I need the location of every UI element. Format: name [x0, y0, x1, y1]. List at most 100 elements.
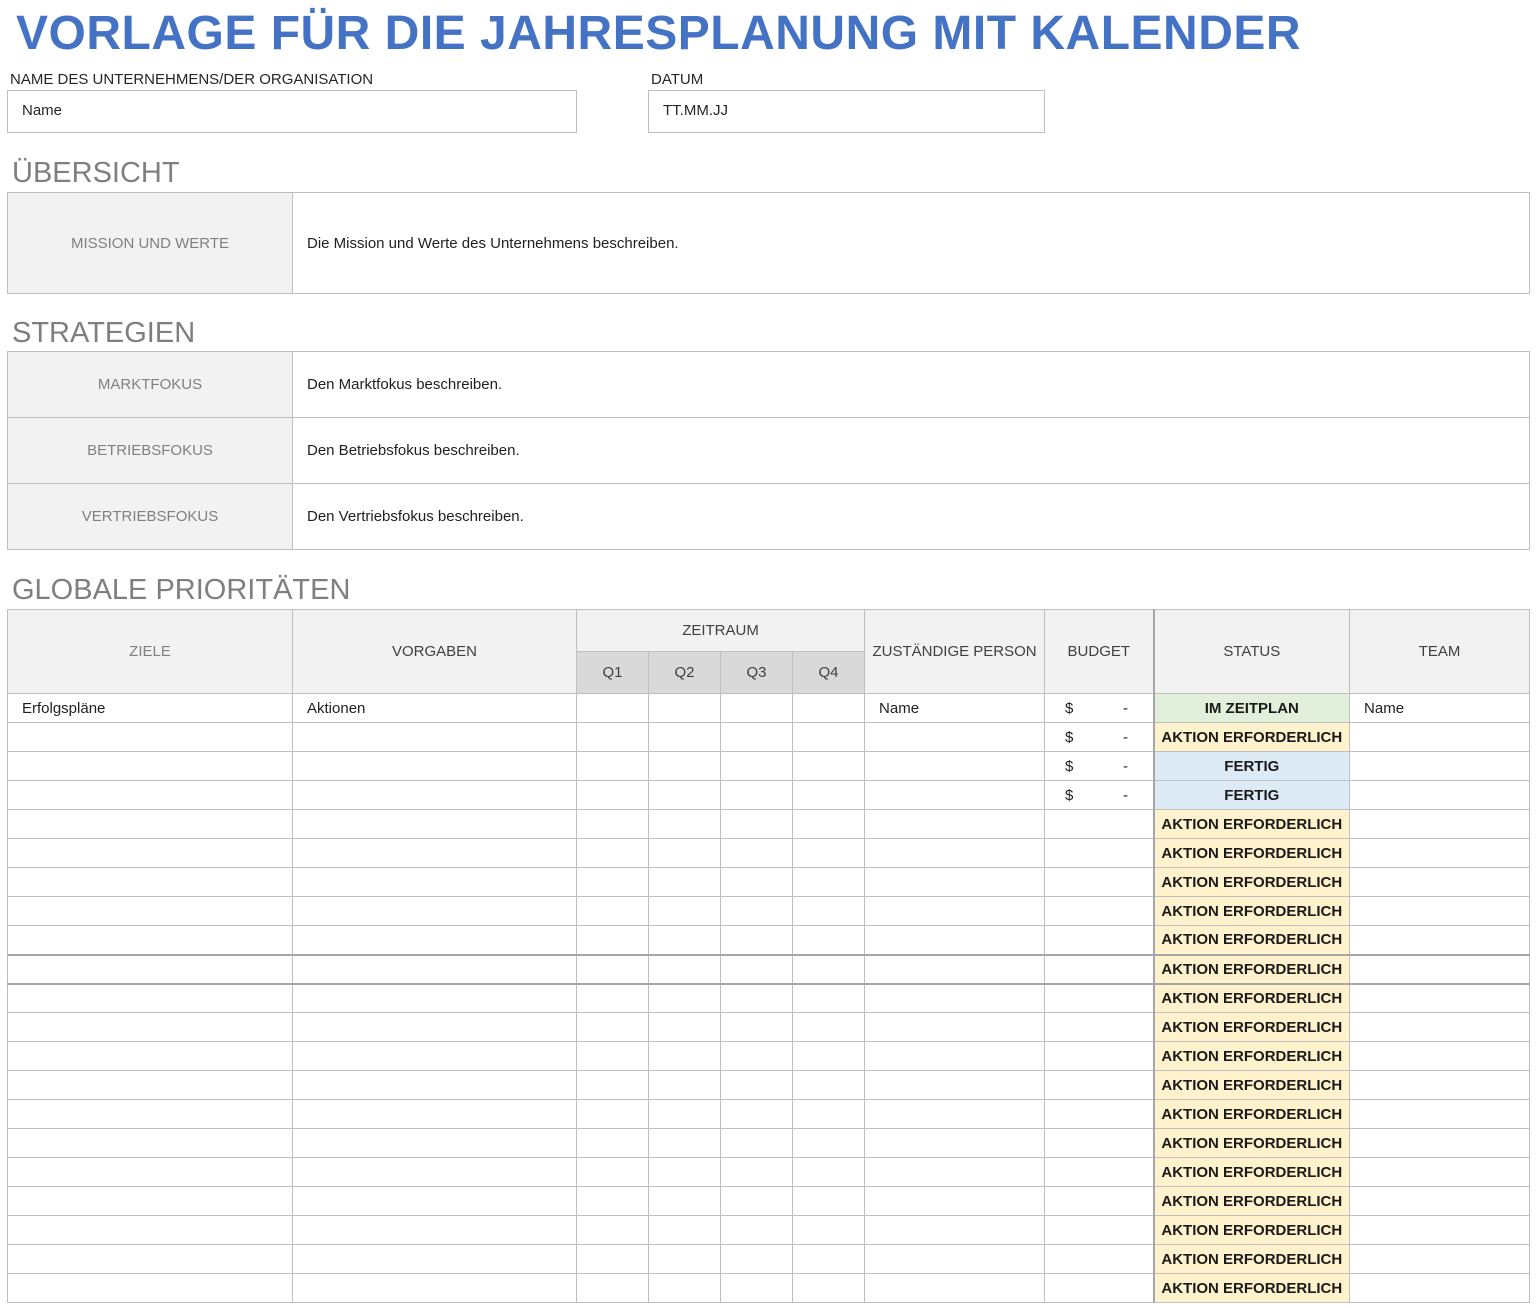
q4-cell[interactable]	[791, 867, 866, 897]
q2-cell[interactable]	[648, 1186, 721, 1216]
q1-cell[interactable]	[576, 1244, 649, 1274]
q4-cell[interactable]	[791, 722, 866, 752]
team-cell[interactable]	[1349, 838, 1530, 868]
objective-cell[interactable]	[292, 1273, 577, 1303]
operations-focus-text[interactable]: Den Betriebsfokus beschreiben.	[292, 417, 1530, 484]
status-badge[interactable]: AKTION ERFORDERLICH	[1152, 925, 1351, 956]
owner-cell[interactable]	[864, 1244, 1046, 1274]
owner-cell[interactable]	[864, 867, 1046, 897]
q1-cell[interactable]	[576, 693, 649, 723]
budget-cell[interactable]	[1044, 1215, 1155, 1245]
q1-cell[interactable]	[576, 954, 649, 985]
team-cell[interactable]	[1349, 925, 1530, 956]
q2-cell[interactable]	[648, 1215, 721, 1245]
q1-cell[interactable]	[576, 1041, 649, 1071]
goal-cell[interactable]	[7, 1070, 293, 1100]
team-cell[interactable]	[1349, 722, 1530, 752]
q2-cell[interactable]	[648, 722, 721, 752]
objective-cell[interactable]	[292, 722, 577, 752]
objective-cell[interactable]	[292, 867, 577, 897]
q2-cell[interactable]	[648, 1012, 721, 1042]
goal-cell[interactable]	[7, 1128, 293, 1158]
goal-cell[interactable]	[7, 1041, 293, 1071]
q4-cell[interactable]	[791, 751, 866, 781]
owner-cell[interactable]	[864, 954, 1046, 985]
team-cell[interactable]	[1349, 1099, 1530, 1129]
q4-cell[interactable]	[791, 809, 866, 839]
objective-cell[interactable]	[292, 1128, 577, 1158]
status-badge[interactable]: IM ZEITPLAN	[1152, 693, 1351, 723]
owner-cell[interactable]	[864, 1273, 1046, 1303]
q1-cell[interactable]	[576, 867, 649, 897]
owner-cell[interactable]	[864, 1012, 1046, 1042]
status-badge[interactable]: AKTION ERFORDERLICH	[1152, 1070, 1351, 1100]
budget-cell[interactable]	[1044, 1012, 1155, 1042]
team-cell[interactable]	[1349, 1070, 1530, 1100]
q4-cell[interactable]	[791, 983, 866, 1013]
status-badge[interactable]: AKTION ERFORDERLICH	[1152, 867, 1351, 897]
budget-cell[interactable]	[1044, 867, 1155, 897]
q4-cell[interactable]	[791, 925, 866, 956]
budget-cell[interactable]: $ -	[1044, 780, 1155, 810]
budget-cell[interactable]	[1044, 983, 1155, 1013]
org-name-field[interactable]: Name	[7, 90, 577, 133]
budget-cell[interactable]	[1044, 925, 1155, 956]
owner-cell[interactable]	[864, 1186, 1046, 1216]
status-badge[interactable]: AKTION ERFORDERLICH	[1152, 838, 1351, 868]
status-badge[interactable]: AKTION ERFORDERLICH	[1152, 1128, 1351, 1158]
objective-cell[interactable]	[292, 1244, 577, 1274]
q1-cell[interactable]	[576, 983, 649, 1013]
team-cell[interactable]	[1349, 1041, 1530, 1071]
goal-cell[interactable]	[7, 722, 293, 752]
team-cell[interactable]	[1349, 1215, 1530, 1245]
owner-cell[interactable]	[864, 1157, 1046, 1187]
goal-cell[interactable]	[7, 925, 293, 956]
goal-cell[interactable]	[7, 1273, 293, 1303]
q1-cell[interactable]	[576, 809, 649, 839]
q1-cell[interactable]	[576, 722, 649, 752]
objective-cell[interactable]	[292, 925, 577, 956]
goal-cell[interactable]	[7, 838, 293, 868]
goal-cell[interactable]	[7, 1099, 293, 1129]
q1-cell[interactable]	[576, 1186, 649, 1216]
q4-cell[interactable]	[791, 1041, 866, 1071]
q2-cell[interactable]	[648, 1157, 721, 1187]
status-badge[interactable]: AKTION ERFORDERLICH	[1152, 1099, 1351, 1129]
objective-cell[interactable]	[292, 780, 577, 810]
q3-cell[interactable]	[720, 925, 793, 956]
owner-cell[interactable]	[864, 1128, 1046, 1158]
q2-cell[interactable]	[648, 1128, 721, 1158]
status-badge[interactable]: AKTION ERFORDERLICH	[1152, 1186, 1351, 1216]
status-badge[interactable]: AKTION ERFORDERLICH	[1152, 722, 1351, 752]
status-badge[interactable]: AKTION ERFORDERLICH	[1152, 983, 1351, 1013]
objective-cell[interactable]	[292, 1070, 577, 1100]
q3-cell[interactable]	[720, 1128, 793, 1158]
q1-cell[interactable]	[576, 925, 649, 956]
team-cell[interactable]	[1349, 780, 1530, 810]
q4-cell[interactable]	[791, 954, 866, 985]
q2-cell[interactable]	[648, 838, 721, 868]
q1-cell[interactable]	[576, 896, 649, 926]
q4-cell[interactable]	[791, 693, 866, 723]
q4-cell[interactable]	[791, 896, 866, 926]
mission-text[interactable]: Die Mission und Werte des Unternehmens b…	[292, 192, 1530, 294]
goal-cell[interactable]	[7, 1244, 293, 1274]
q1-cell[interactable]	[576, 780, 649, 810]
q1-cell[interactable]	[576, 1273, 649, 1303]
team-cell[interactable]	[1349, 954, 1530, 985]
objective-cell[interactable]	[292, 983, 577, 1013]
team-cell[interactable]	[1349, 1128, 1530, 1158]
q4-cell[interactable]	[791, 1099, 866, 1129]
budget-cell[interactable]: $ -	[1044, 693, 1155, 723]
q2-cell[interactable]	[648, 1099, 721, 1129]
goal-cell[interactable]	[7, 1215, 293, 1245]
q2-cell[interactable]	[648, 896, 721, 926]
team-cell[interactable]	[1349, 751, 1530, 781]
status-badge[interactable]: AKTION ERFORDERLICH	[1152, 1273, 1351, 1303]
objective-cell[interactable]	[292, 896, 577, 926]
budget-cell[interactable]	[1044, 1041, 1155, 1071]
goal-cell[interactable]	[7, 809, 293, 839]
q3-cell[interactable]	[720, 867, 793, 897]
q4-cell[interactable]	[791, 1215, 866, 1245]
team-cell[interactable]	[1349, 1157, 1530, 1187]
